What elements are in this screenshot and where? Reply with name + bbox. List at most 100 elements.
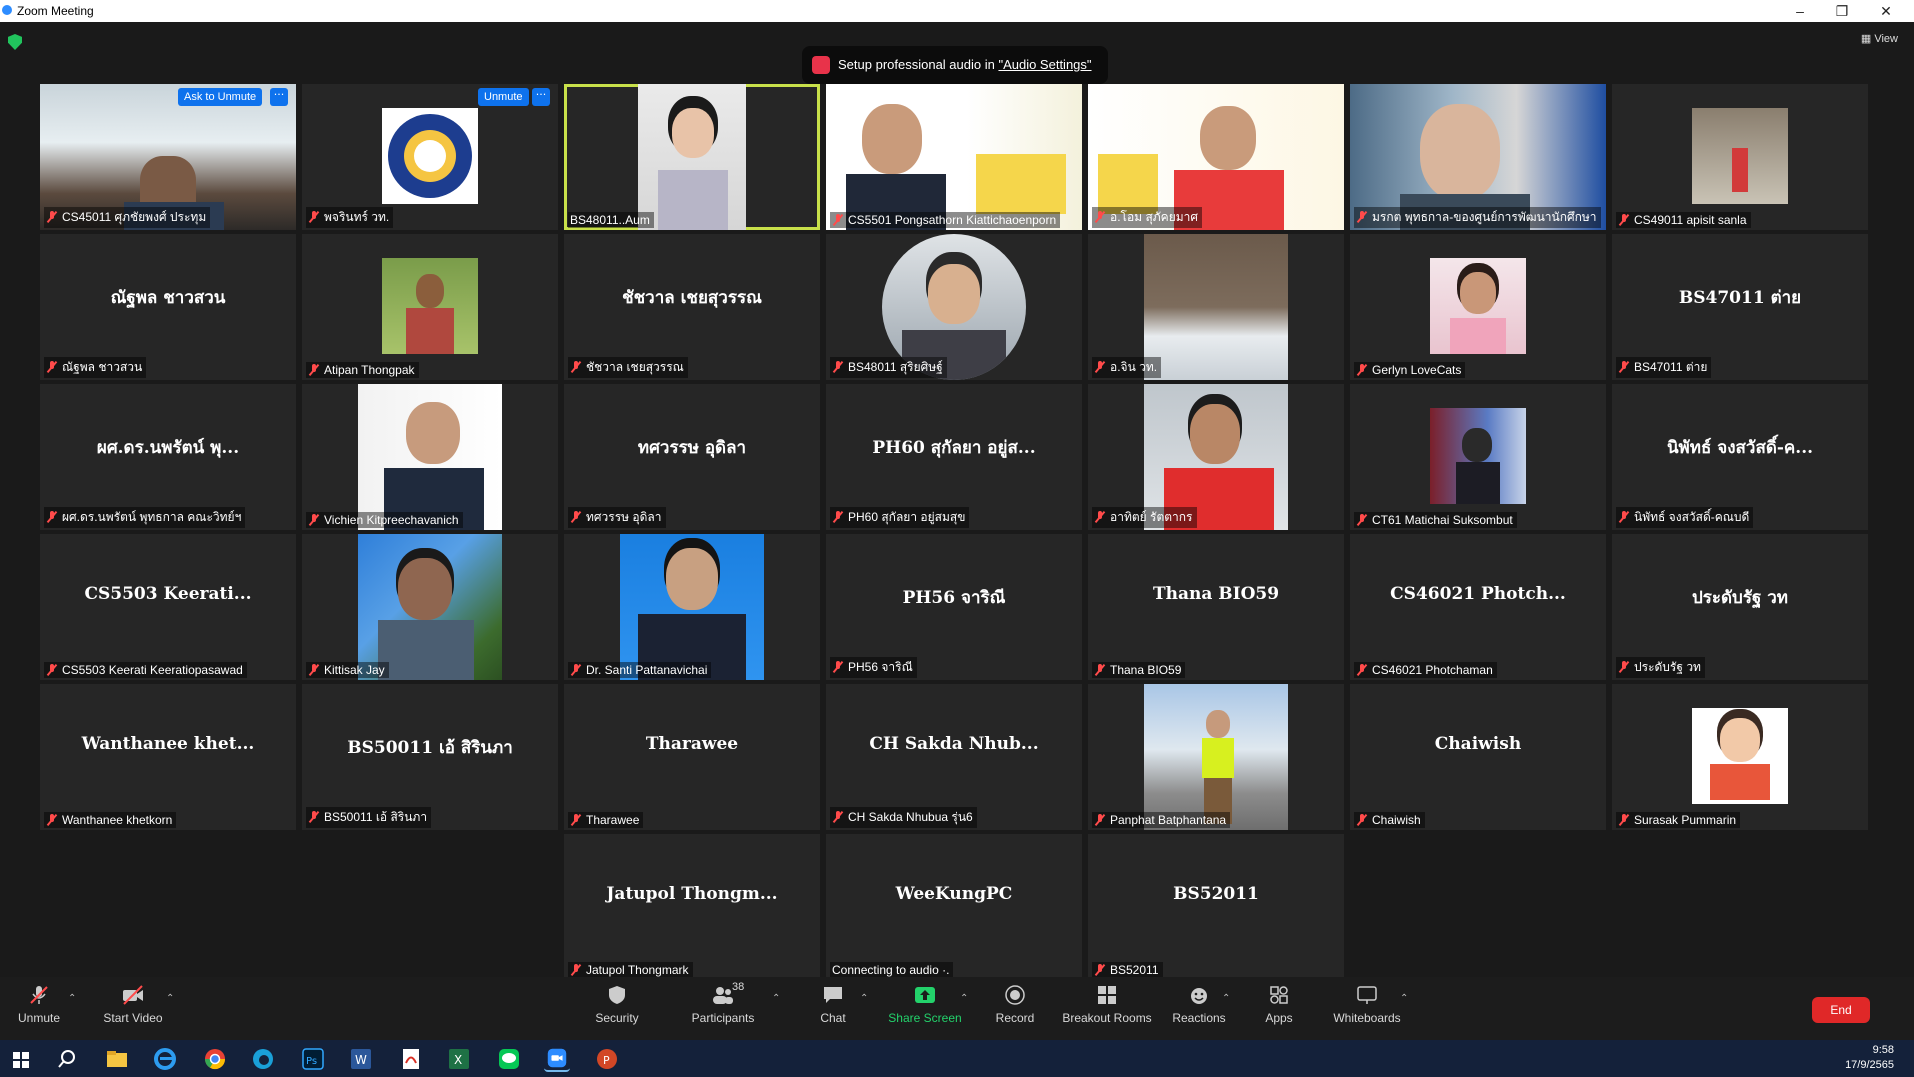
participant-name-label: CT61 Matichai Suksombut — [1354, 512, 1517, 528]
line-app-icon[interactable] — [496, 1046, 522, 1072]
video-off-icon — [123, 985, 143, 1005]
participant-name-label: Tharawee — [568, 812, 644, 828]
participant-tile[interactable]: ทศวรรษ อุดิลา ทศวรรษ อุดิลา — [564, 384, 820, 530]
chat-options-caret[interactable]: ⌃ — [860, 993, 868, 1004]
photoshop-icon[interactable]: Ps — [300, 1046, 326, 1072]
participant-tile[interactable]: มรกต พุทธกาล-ของศูนย์การพัฒนานักศึกษา — [1350, 84, 1606, 230]
audio-settings-banner[interactable]: Setup professional audio in "Audio Setti… — [802, 46, 1108, 84]
participant-tile[interactable]: Chaiwish Chaiwish — [1350, 684, 1606, 830]
whiteboards-button[interactable]: Whiteboards — [1322, 983, 1412, 1025]
search-icon[interactable] — [54, 1046, 80, 1072]
security-shield-icon[interactable] — [8, 34, 22, 50]
muted-mic-icon — [1618, 661, 1630, 673]
record-button[interactable]: Record — [970, 983, 1060, 1025]
participant-tile[interactable]: Thana BIO59 Thana BIO59 — [1088, 534, 1344, 680]
participant-name-label: CS45011 ศุภชัยพงศ์ ประทุม — [44, 207, 211, 228]
participant-name-label: อาทิตย์ รัตตากร — [1092, 507, 1197, 528]
participant-tile[interactable]: อ.โอม สุภัคยมาศ — [1088, 84, 1344, 230]
minimize-button[interactable]: – — [1780, 1, 1820, 21]
participant-name-label: Vichien Kitpreechavanich — [306, 512, 463, 528]
security-button[interactable]: Security — [572, 983, 662, 1025]
participant-tile[interactable]: Jatupol Thongm... Jatupol Thongmark — [564, 834, 820, 980]
participant-avatar — [1430, 258, 1526, 354]
participants-options-caret[interactable]: ⌃ — [772, 993, 780, 1004]
participant-tile[interactable]: Vichien Kitpreechavanich — [302, 384, 558, 530]
internet-explorer-icon[interactable] — [152, 1046, 178, 1072]
participant-tile[interactable]: Gerlyn LoveCats — [1350, 234, 1606, 380]
participant-tile[interactable]: BS47011 ต่าย BS47011 ต่าย — [1612, 234, 1868, 380]
participant-tile[interactable]: ผศ.ดร.นพรัตน์ พุ... ผศ.ดร.นพรัตน์ พุทธกา… — [40, 384, 296, 530]
breakout-rooms-button[interactable]: Breakout Rooms — [1062, 983, 1152, 1025]
participant-tile[interactable]: BS52011 BS52011 — [1088, 834, 1344, 980]
participant-tile[interactable]: Surasak Pummarin — [1612, 684, 1868, 830]
participants-button[interactable]: 38 Participants — [678, 981, 768, 1025]
audio-settings-link[interactable]: "Audio Settings" — [998, 57, 1091, 72]
zoom-app-icon[interactable] — [544, 1046, 570, 1072]
windows-start-icon[interactable] — [8, 1046, 34, 1072]
participant-display-name: BS47011 ต่าย — [1678, 288, 1802, 308]
start-video-button[interactable]: Start Video — [88, 983, 178, 1025]
ask-to-unmute-button[interactable]: Ask to Unmute — [178, 88, 263, 106]
participant-tile[interactable]: อาทิตย์ รัตตากร — [1088, 384, 1344, 530]
pdf-reader-icon[interactable] — [398, 1046, 424, 1072]
zoom-logo-icon — [2, 5, 12, 15]
participant-tile[interactable]: Tharawee Tharawee — [564, 684, 820, 830]
whiteboards-options-caret[interactable]: ⌃ — [1400, 993, 1408, 1004]
muted-mic-icon — [570, 664, 582, 676]
participant-tile[interactable]: CS5503 Keerati... CS5503 Keerati Keerati… — [40, 534, 296, 680]
participant-tile[interactable]: WeeKungPC Connecting to audio ·. — [826, 834, 1082, 980]
participant-tile[interactable]: PH56 จาริณี PH56 จาริณี — [826, 534, 1082, 680]
participant-tile[interactable]: Ask to Unmute ··· CS45011 ศุภชัยพงศ์ ประ… — [40, 84, 296, 230]
participant-tile[interactable]: PH60 สุกัลยา อยู่ส... PH60 สุกัลยา อยู่ส… — [826, 384, 1082, 530]
view-button[interactable]: ▦ View — [1861, 32, 1898, 45]
system-clock[interactable]: 9:58 17/9/2565 — [1845, 1043, 1894, 1073]
end-meeting-button[interactable]: End — [1812, 997, 1870, 1023]
share-screen-button[interactable]: Share Screen — [880, 983, 970, 1025]
participant-name-label: พจรินทร์ วท. — [306, 207, 394, 228]
participant-tile[interactable]: Kittisak Jay — [302, 534, 558, 680]
chrome-icon[interactable] — [202, 1046, 228, 1072]
reactions-button[interactable]: Reactions — [1154, 983, 1244, 1025]
muted-mic-icon — [1618, 361, 1630, 373]
powerpoint-icon[interactable]: P — [594, 1046, 620, 1072]
chat-button[interactable]: Chat — [788, 983, 878, 1025]
participant-tile[interactable]: BS48011 สุริยศิษฐ์ — [826, 234, 1082, 380]
participant-tile[interactable]: CH Sakda Nhub... CH Sakda Nhubua รุ่น6 — [826, 684, 1082, 830]
participant-tile[interactable]: CS49011 apisit sanla — [1612, 84, 1868, 230]
participant-name-label: BS48011 สุริยศิษฐ์ — [830, 357, 947, 378]
edge-icon[interactable] — [250, 1046, 276, 1072]
participant-tile[interactable]: ชัชวาล เชยสุวรรณ ชัชวาล เชยสุวรรณ — [564, 234, 820, 380]
participant-tile[interactable]: Atipan Thongpak — [302, 234, 558, 380]
video-options-caret[interactable]: ⌃ — [166, 993, 174, 1004]
participant-tile[interactable]: Dr. Santi Pattanavichai — [564, 534, 820, 680]
participant-name-label: Panphat Batphantana — [1092, 812, 1231, 828]
participant-tile[interactable]: CS5501 Pongsathorn Kiattichaoenporn — [826, 84, 1082, 230]
participant-tile[interactable]: CS46021 Photch... CS46021 Photchaman — [1350, 534, 1606, 680]
unmute-button[interactable]: Unmute — [0, 983, 84, 1025]
participant-display-name: CS5503 Keerati... — [84, 584, 252, 604]
apps-button[interactable]: Apps — [1234, 983, 1324, 1025]
audio-settings-icon — [812, 56, 830, 74]
muted-mic-icon — [46, 211, 58, 223]
file-explorer-icon[interactable] — [104, 1046, 130, 1072]
participant-tile[interactable]: Panphat Batphantana — [1088, 684, 1344, 830]
more-options-button[interactable]: ··· — [270, 88, 288, 106]
unmute-participant-button[interactable]: Unmute — [478, 88, 529, 106]
word-icon[interactable]: W — [348, 1046, 374, 1072]
participant-tile[interactable]: BS50011 เอ้ สิรินภา BS50011 เอ้ สิรินภา — [302, 684, 558, 830]
participant-tile[interactable]: อ.จิน วท. — [1088, 234, 1344, 380]
participant-tile-active-speaker[interactable]: BS48011..Aum — [564, 84, 820, 230]
participant-tile[interactable]: Wanthanee khet... Wanthanee khetkorn — [40, 684, 296, 830]
excel-icon[interactable]: X — [446, 1046, 472, 1072]
more-options-button[interactable]: ··· — [532, 88, 550, 106]
participant-tile[interactable]: ณัฐพล ชาวสวน ณัฐพล ชาวสวน — [40, 234, 296, 380]
reactions-options-caret[interactable]: ⌃ — [1222, 993, 1230, 1004]
share-options-caret[interactable]: ⌃ — [960, 993, 968, 1004]
close-button[interactable]: ✕ — [1866, 1, 1906, 21]
participant-tile[interactable]: นิพัทธ์ จงสวัสดิ์-ค... นิพัทธ์ จงสวัสดิ์… — [1612, 384, 1868, 530]
participant-tile[interactable]: ประดับรัฐ วท ประดับรัฐ วท — [1612, 534, 1868, 680]
participant-tile[interactable]: CT61 Matichai Suksombut — [1350, 384, 1606, 530]
participant-tile[interactable]: Unmute ··· พจรินทร์ วท. — [302, 84, 558, 230]
audio-options-caret[interactable]: ⌃ — [68, 993, 76, 1004]
restore-button[interactable]: ❐ — [1822, 1, 1862, 21]
